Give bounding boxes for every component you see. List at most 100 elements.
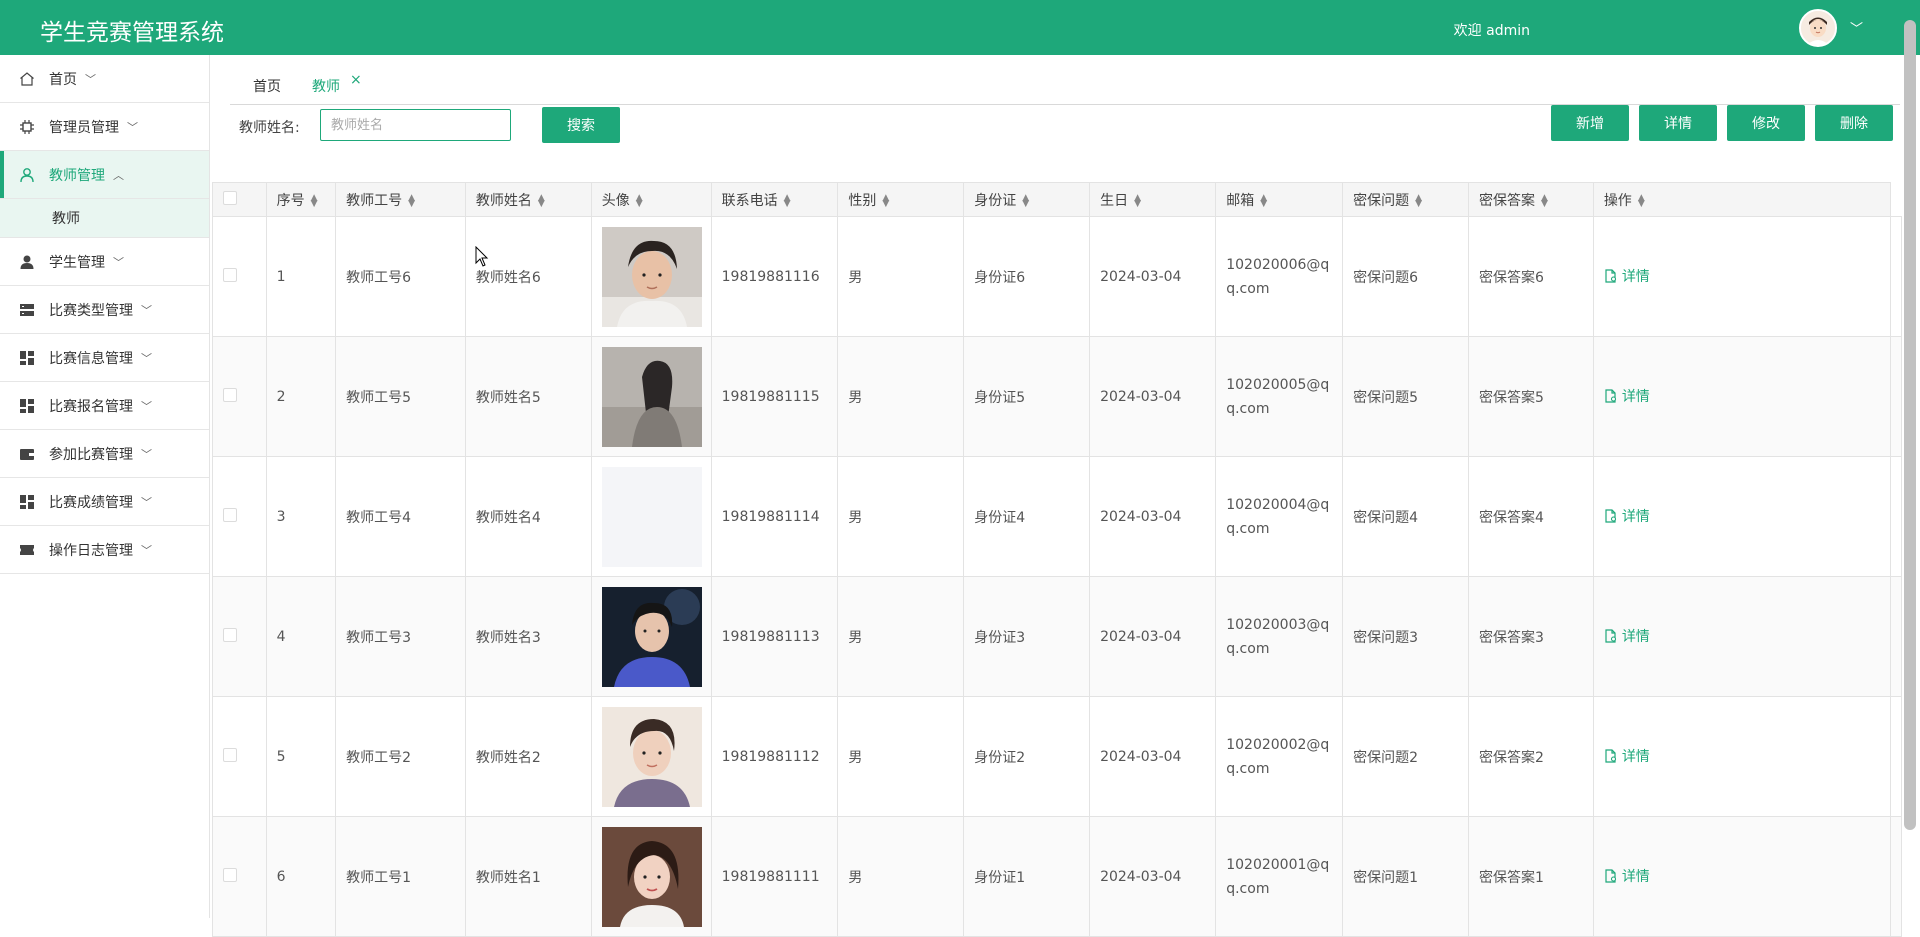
table-row[interactable]: 4 教师工号3 教师姓名3 19819881113 男身份证3 2024-03-04 102… bbox=[212, 576, 1902, 697]
row-detail-link[interactable]: 详情 bbox=[1604, 626, 1650, 646]
chevron-down-icon: ﹀ bbox=[85, 72, 96, 86]
sidebar-subitem-teacher[interactable]: 教师 bbox=[0, 199, 209, 238]
row-detail-link[interactable]: 详情 bbox=[1604, 506, 1650, 526]
avatar[interactable] bbox=[1799, 9, 1837, 47]
column-header[interactable]: 邮箱 ▲ ▼ bbox=[1215, 182, 1344, 217]
add-button[interactable]: 新增 bbox=[1551, 105, 1629, 141]
select-all-cell[interactable] bbox=[212, 182, 267, 217]
row-checkbox[interactable] bbox=[223, 627, 237, 642]
column-header[interactable]: 生日 ▲ ▼ bbox=[1089, 182, 1217, 217]
row-detail-link[interactable]: 详情 bbox=[1604, 266, 1650, 286]
row-select-cell[interactable] bbox=[212, 816, 267, 937]
sort-icon[interactable]: ▲ ▼ bbox=[311, 193, 318, 208]
row-select-cell[interactable] bbox=[212, 576, 267, 697]
cell-email: 102020002@qq.com bbox=[1215, 696, 1344, 817]
search-input[interactable] bbox=[320, 109, 511, 141]
sidebar-item-log[interactable]: 操作日志管理 ﹀ bbox=[0, 526, 209, 574]
sidebar-item-home[interactable]: 首页 ﹀ bbox=[0, 55, 209, 103]
table-row[interactable]: 3 教师工号4 教师姓名4 19819881114 男身份证4 2024-03-04 102… bbox=[212, 456, 1902, 577]
cell-code: 教师工号4 bbox=[335, 456, 466, 577]
cell-birthday: 2024-03-04 bbox=[1089, 216, 1217, 337]
sidebar-item-score[interactable]: 比赛成绩管理 ﹀ bbox=[0, 478, 209, 526]
dashboard-icon bbox=[18, 349, 36, 367]
cell-avatar bbox=[590, 336, 712, 457]
sidebar-item-registration[interactable]: 比赛报名管理 ﹀ bbox=[0, 382, 209, 430]
row-checkbox[interactable] bbox=[223, 867, 237, 882]
column-header[interactable]: 密保问题 ▲ ▼ bbox=[1342, 182, 1469, 217]
chevron-down-icon[interactable]: ﹀ bbox=[1850, 18, 1863, 37]
cell-gender: 男 bbox=[837, 216, 965, 337]
select-all-checkbox[interactable] bbox=[223, 190, 237, 205]
app-title: 学生竞赛管理系统 bbox=[40, 20, 224, 46]
cell-avatar bbox=[590, 816, 712, 937]
tab-home[interactable]: 首页 bbox=[253, 76, 281, 96]
row-select-cell[interactable] bbox=[212, 456, 267, 577]
sidebar-item-student[interactable]: 学生管理 ﹀ bbox=[0, 238, 209, 286]
document-icon bbox=[1605, 869, 1616, 883]
sidebar-item-competition-info[interactable]: 比赛信息管理 ﹀ bbox=[0, 334, 209, 382]
server-icon bbox=[18, 301, 36, 319]
column-header[interactable]: 序号 ▲ ▼ bbox=[265, 182, 337, 217]
row-detail-link[interactable]: 详情 bbox=[1604, 866, 1650, 886]
column-header[interactable]: 头像 ▲ ▼ bbox=[590, 182, 712, 217]
column-header[interactable]: 密保答案 ▲ ▼ bbox=[1467, 182, 1594, 217]
avatar-photo bbox=[601, 466, 711, 567]
cell-birthday: 2024-03-04 bbox=[1089, 336, 1217, 457]
cell-answer: 密保答案5 bbox=[1467, 336, 1594, 457]
table-row[interactable]: 6 教师工号1 教师姓名1 19819881111 男身份证1 2024-03-04 102… bbox=[212, 816, 1902, 937]
table-row[interactable]: 5 教师工号2 教师姓名2 19819881112 男身份证2 2024-03-04 102… bbox=[212, 696, 1902, 817]
scrollbar[interactable] bbox=[1904, 20, 1916, 830]
edit-button[interactable]: 修改 bbox=[1727, 105, 1805, 141]
sidebar-item-teacher[interactable]: 教师管理 ︿ bbox=[0, 151, 209, 199]
cell-idcard: 身份证3 bbox=[963, 576, 1091, 697]
sidebar-item-admin[interactable]: 管理员管理 ﹀ bbox=[0, 103, 209, 151]
sort-icon[interactable]: ▲ ▼ bbox=[784, 193, 791, 208]
sidebar-item-participation[interactable]: 参加比赛管理 ﹀ bbox=[0, 430, 209, 478]
teacher-table: 序号 ▲ ▼ 教师工号 ▲ ▼ 教师姓名 ▲ ▼ 头像 ▲ ▼ 联系电话 ▲ ▼ 性别 ▲ ▼ 身份证 ▲… bbox=[212, 182, 1902, 937]
avatar-photo bbox=[601, 586, 711, 687]
sort-icon[interactable]: ▲ ▼ bbox=[538, 193, 545, 208]
column-header[interactable]: 联系电话 ▲ ▼ bbox=[710, 182, 839, 217]
sort-icon[interactable]: ▲ ▼ bbox=[1638, 193, 1645, 208]
sort-icon[interactable]: ▲ ▼ bbox=[408, 193, 415, 208]
row-select-cell[interactable] bbox=[212, 216, 267, 337]
top-bar: 学生竞赛管理系统 欢迎 admin ﹀ bbox=[0, 0, 1920, 55]
row-detail-link[interactable]: 详情 bbox=[1604, 386, 1650, 406]
close-icon[interactable]: × bbox=[350, 72, 362, 88]
sort-icon[interactable]: ▲ ▼ bbox=[1260, 193, 1267, 208]
sort-icon[interactable]: ▲ ▼ bbox=[882, 193, 889, 208]
row-checkbox[interactable] bbox=[223, 267, 237, 282]
row-checkbox[interactable] bbox=[223, 507, 237, 522]
table-row[interactable]: 1 教师工号6 教师姓名6 19819881116 男身份证6 2024-03-04 102… bbox=[212, 216, 1902, 337]
sidebar-item-label: 比赛类型管理 bbox=[49, 302, 133, 319]
row-detail-link[interactable]: 详情 bbox=[1604, 746, 1650, 766]
table-row[interactable]: 2 教师工号5 教师姓名5 19819881115 男身份证5 2024-03-04 102… bbox=[212, 336, 1902, 457]
dashboard-icon bbox=[18, 397, 36, 415]
sidebar-item-competition-type[interactable]: 比赛类型管理 ﹀ bbox=[0, 286, 209, 334]
chevron-up-icon: ︿ bbox=[113, 168, 124, 182]
cell-idcard: 身份证6 bbox=[963, 216, 1091, 337]
detail-button[interactable]: 详情 bbox=[1639, 105, 1717, 141]
sort-icon[interactable]: ▲ ▼ bbox=[1541, 193, 1548, 208]
column-header[interactable]: 操作 ▲ ▼ bbox=[1592, 182, 1892, 217]
row-checkbox[interactable] bbox=[223, 747, 237, 762]
column-header[interactable]: 身份证 ▲ ▼ bbox=[963, 182, 1091, 217]
delete-button[interactable]: 删除 bbox=[1815, 105, 1893, 141]
cell-filler bbox=[1890, 336, 1902, 457]
column-header[interactable]: 教师姓名 ▲ ▼ bbox=[464, 182, 592, 217]
tab-teacher[interactable]: 教师 bbox=[312, 76, 340, 96]
sort-icon[interactable]: ▲ ▼ bbox=[636, 193, 643, 208]
avatar-photo bbox=[601, 706, 711, 807]
column-header[interactable]: 教师工号 ▲ ▼ bbox=[335, 182, 466, 217]
chevron-down-icon: ﹀ bbox=[127, 120, 138, 134]
sort-icon[interactable]: ▲ ▼ bbox=[1022, 193, 1029, 208]
row-checkbox[interactable] bbox=[223, 387, 237, 402]
row-select-cell[interactable] bbox=[212, 336, 267, 457]
sort-icon[interactable]: ▲ ▼ bbox=[1415, 193, 1422, 208]
cell-actions: 详情 bbox=[1592, 816, 1892, 937]
sort-icon[interactable]: ▲ ▼ bbox=[1134, 193, 1141, 208]
row-select-cell[interactable] bbox=[212, 696, 267, 817]
column-header[interactable]: 性别 ▲ ▼ bbox=[837, 182, 965, 217]
mouse-cursor-icon bbox=[475, 246, 489, 267]
search-button[interactable]: 搜索 bbox=[542, 107, 620, 143]
